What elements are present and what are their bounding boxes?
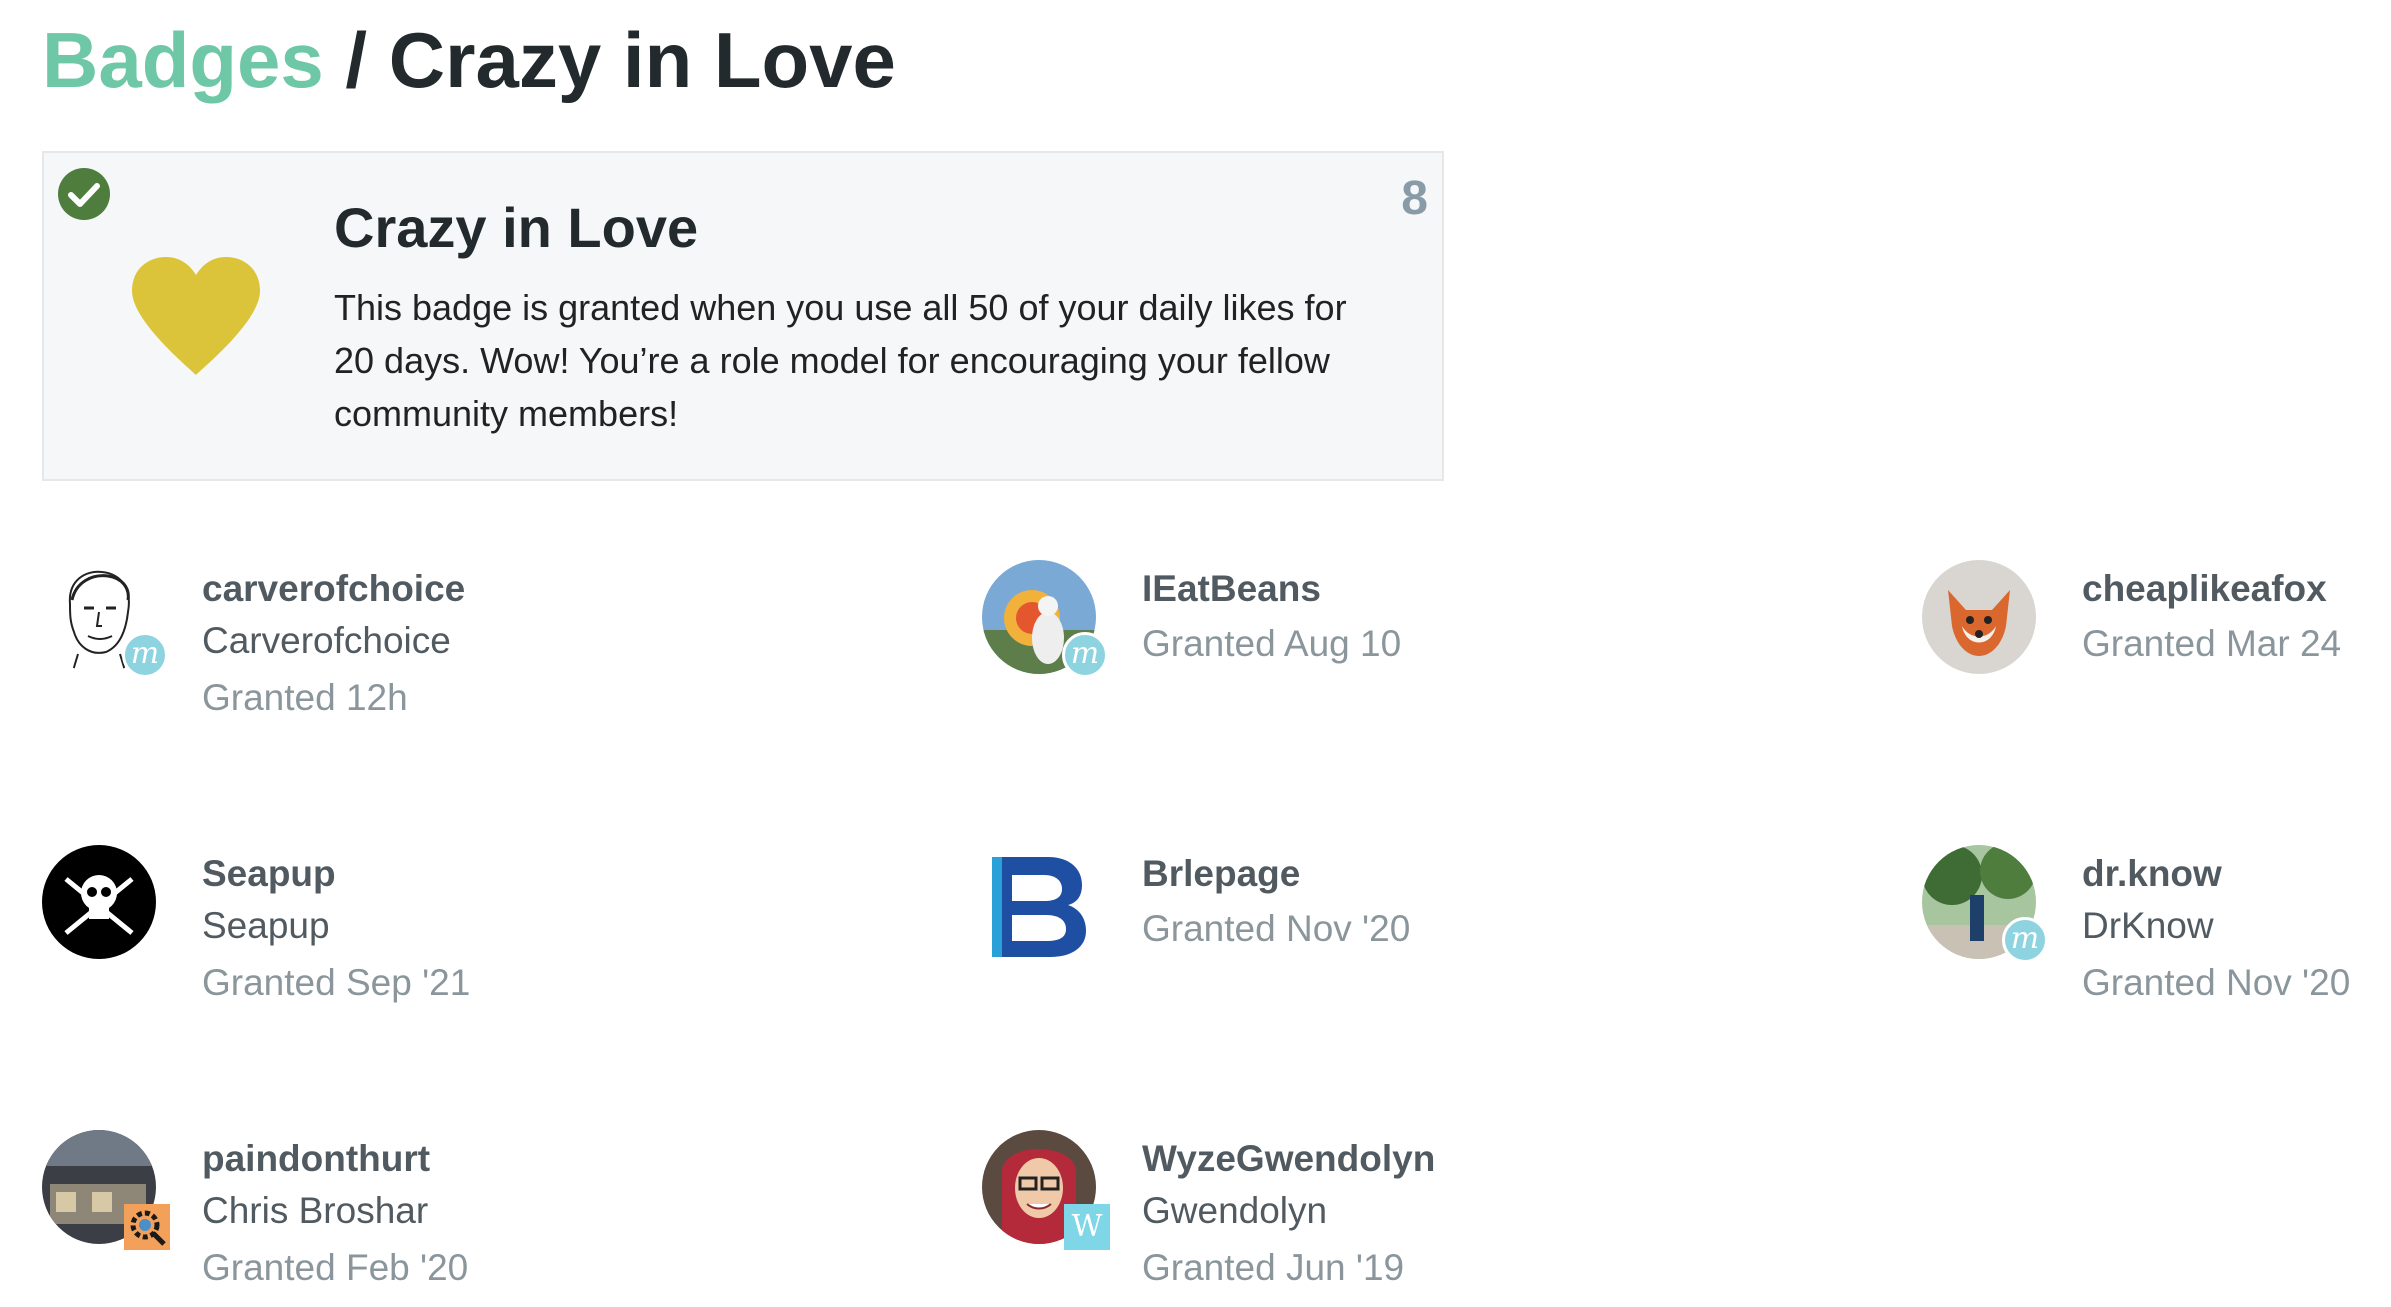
badge-card: Crazy in Love This badge is granted when…: [42, 151, 1444, 481]
user-flair-icon: m: [1062, 632, 1108, 678]
user-card[interactable]: m carverofchoice Carverofchoice Granted …: [42, 560, 682, 790]
username-link[interactable]: cheaplikeafox: [2082, 564, 2341, 614]
username-link[interactable]: IEatBeans: [1142, 564, 1401, 614]
user-full-name: Gwendolyn: [1142, 1190, 1328, 1231]
user-full-name: DrKnow: [2082, 905, 2214, 946]
user-card[interactable]: paindonthurt Chris Broshar Granted Feb '…: [42, 1130, 682, 1307]
breadcrumb-separator: /: [323, 16, 389, 104]
badge-granted-count: 8: [1401, 172, 1428, 225]
avatar[interactable]: m: [1922, 845, 2048, 963]
heart-icon: [128, 255, 264, 381]
user-flair-icon: m: [122, 632, 168, 678]
badge-name-heading: Crazy in Love: [388, 16, 896, 104]
badge-title: Crazy in Love: [334, 196, 699, 259]
user-card[interactable]: cheaplikeafox Granted Mar 24: [1922, 560, 2391, 790]
user-full-name: Chris Broshar: [202, 1190, 429, 1231]
user-card[interactable]: m IEatBeans Granted Aug 10: [982, 560, 1622, 790]
avatar[interactable]: [982, 845, 1096, 959]
avatar-image: [42, 845, 156, 959]
avatar[interactable]: [42, 845, 156, 959]
granted-date: Granted Nov '20: [2082, 962, 2351, 1003]
granted-date: Granted Aug 10: [1142, 623, 1402, 664]
badge-description: This badge is granted when you use all 5…: [334, 287, 1347, 434]
w-logo-icon: W: [1064, 1204, 1110, 1250]
granted-date: Granted 12h: [202, 677, 408, 718]
user-full-name: Seapup: [202, 905, 330, 946]
username-link[interactable]: dr.know: [2082, 849, 2350, 899]
breadcrumb-badges-link[interactable]: Badges: [42, 16, 324, 104]
user-card[interactable]: m dr.know DrKnow Granted Nov '20: [1922, 845, 2391, 1075]
granted-date: Granted Jun '19: [1142, 1247, 1405, 1288]
username-link[interactable]: paindonthurt: [202, 1134, 468, 1184]
avatar[interactable]: [42, 1130, 170, 1250]
badge-recipients-list: m carverofchoice Carverofchoice Granted …: [42, 560, 2391, 1300]
check-circle-icon: [57, 167, 111, 221]
avatar-image: [982, 845, 1096, 959]
user-card[interactable]: W WyzeGwendolyn Gwendolyn Granted Jun '1…: [982, 1130, 1622, 1307]
avatar[interactable]: [1922, 560, 2036, 674]
page-title: Badges / Crazy in Love: [42, 14, 896, 106]
user-card[interactable]: Brlepage Granted Nov '20: [982, 845, 1622, 1075]
username-link[interactable]: carverofchoice: [202, 564, 465, 614]
user-full-name: Carverofchoice: [202, 620, 451, 661]
username-link[interactable]: Brlepage: [1142, 849, 1410, 899]
granted-date: Granted Nov '20: [1142, 908, 1411, 949]
badge-page: Badges / Crazy in Love Crazy in Love Thi…: [0, 0, 2391, 1307]
avatar-image: [1922, 560, 2036, 674]
granted-date: Granted Sep '21: [202, 962, 471, 1003]
username-link[interactable]: WyzeGwendolyn: [1142, 1134, 1435, 1184]
avatar[interactable]: m: [42, 560, 168, 678]
avatar[interactable]: m: [982, 560, 1108, 678]
user-card[interactable]: Seapup Seapup Granted Sep '21: [42, 845, 682, 1075]
username-link[interactable]: Seapup: [202, 849, 470, 899]
avatar[interactable]: W: [982, 1130, 1110, 1250]
granted-date: Granted Mar 24: [2082, 623, 2342, 664]
gear-search-icon: [124, 1204, 170, 1250]
user-flair-icon: m: [2002, 917, 2048, 963]
granted-date: Granted Feb '20: [202, 1247, 469, 1288]
